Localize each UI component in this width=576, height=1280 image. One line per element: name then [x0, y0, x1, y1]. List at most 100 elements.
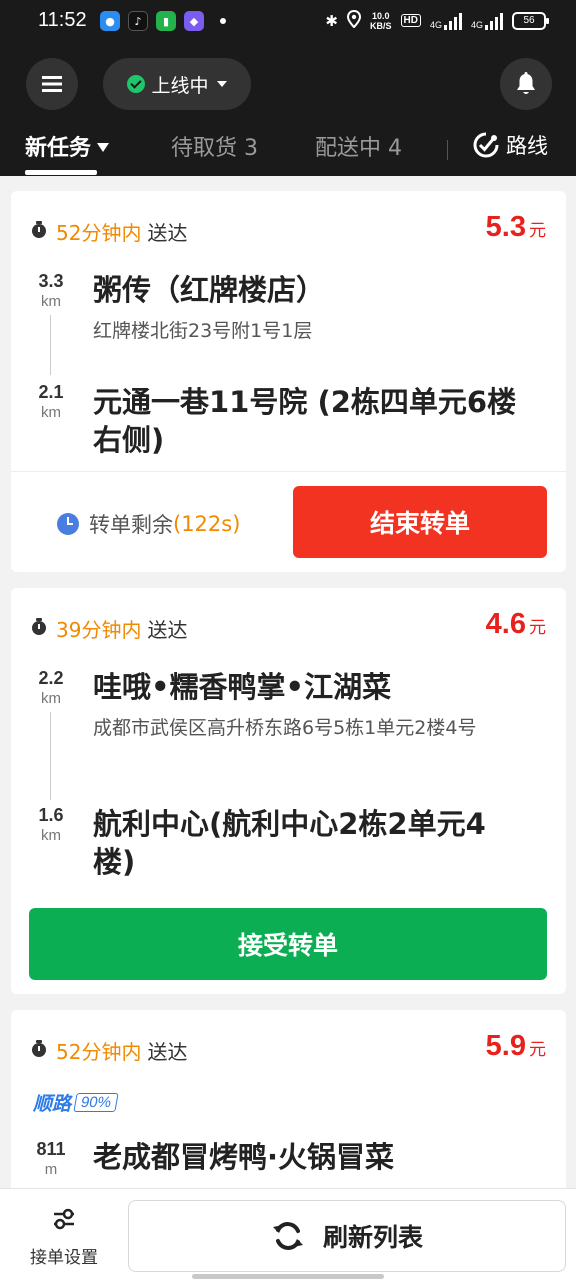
signal-2: 4G	[471, 12, 503, 30]
distance-unit: km	[41, 404, 61, 421]
pickup-name: 老成都冒烤鸭·火锅冒菜	[93, 1140, 395, 1174]
distance-unit: km	[41, 293, 61, 310]
home-indicator[interactable]	[192, 1274, 384, 1279]
on-the-way-badge: 顺路 90%	[33, 1089, 119, 1116]
pickup-distance: 3.3 km	[26, 270, 76, 312]
battery-icon: 56	[512, 11, 549, 30]
chat-app-icon: ◆	[184, 11, 204, 31]
delivery-deadline: 52分钟内 送达	[56, 1036, 187, 1065]
transfer-countdown: 转单剩余 (122s)	[57, 509, 240, 539]
deadline-suffix: 送达	[147, 618, 188, 642]
app-notification-icon: ●	[100, 11, 120, 31]
location-icon	[346, 9, 362, 31]
order-settings-button[interactable]: 接单设置	[20, 1207, 108, 1268]
speed-unit: KB/S	[370, 20, 392, 31]
signal-bars-icon	[443, 12, 462, 30]
pickup-name: 粥传（红牌楼店）	[93, 273, 326, 307]
deadline-time: 39分钟内	[56, 618, 142, 642]
pickup-address: 成都市武侯区高升桥东路6号5栋1单元2楼4号	[93, 717, 477, 739]
status-bar: 11:52 ● ♪ ▮ ◆ ✱ 10.0 KB/S HD 4G 4G 56	[0, 0, 576, 44]
deadline-suffix: 送达	[147, 1040, 188, 1064]
bottom-bar: 接单设置 刷新列表	[0, 1188, 576, 1280]
check-circle-icon	[127, 75, 146, 93]
tab-new-tasks-label: 新任务	[25, 136, 92, 161]
distance-value: 1.6	[38, 805, 64, 825]
iqiyi-icon: ▮	[156, 11, 176, 31]
sliders-icon	[54, 1208, 74, 1230]
route-match-percent: 90%	[73, 1093, 119, 1112]
order-settings-label: 接单设置	[30, 1248, 98, 1268]
pickup-distance: 2.2 km	[26, 667, 76, 709]
tab-delivering[interactable]: 配送中 4	[315, 130, 402, 162]
deadline-time: 52分钟内	[56, 221, 142, 245]
filter-icon	[97, 142, 110, 152]
active-tab-indicator	[25, 170, 97, 175]
tab-new-tasks[interactable]: 新任务	[25, 130, 110, 162]
speed-value: 10.0	[371, 10, 390, 21]
refresh-list-button[interactable]: 刷新列表	[128, 1200, 566, 1272]
on-the-way-label: 顺路	[33, 1093, 72, 1115]
top-header: 11:52 ● ♪ ▮ ◆ ✱ 10.0 KB/S HD 4G 4G 56 上线…	[0, 0, 576, 176]
price-unit: 元	[529, 221, 546, 241]
network-speed: 10.0 KB/S	[370, 11, 392, 31]
price-unit: 元	[529, 618, 546, 638]
distance-value: 811	[36, 1139, 66, 1159]
bell-icon	[517, 72, 535, 94]
order-card[interactable]: 52分钟内 送达 5.3 元 3.3 km 粥传（红牌楼店） 红牌楼北街23号附1号…	[11, 191, 566, 572]
status-indicators: ✱ 10.0 KB/S HD 4G 4G 56	[325, 9, 549, 31]
distance-unit: km	[41, 827, 61, 844]
distance-value: 3.3	[38, 271, 64, 291]
menu-button[interactable]	[26, 58, 78, 110]
bluetooth-icon: ✱	[325, 12, 338, 30]
stopwatch-icon	[32, 618, 46, 635]
pickup-address: 红牌楼北街23号附1号1层	[93, 320, 313, 342]
order-card[interactable]: 39分钟内 送达 4.6 元 2.2 km 哇哦•糯香鸭掌•江湖菜 成都市武侯区高升…	[11, 588, 566, 994]
hd-voice-icon: HD	[400, 14, 421, 27]
route-icon	[473, 132, 499, 158]
tab-separator	[447, 140, 448, 160]
route-connector-line	[50, 315, 51, 375]
dropoff-name: 航利中心(航利中心2栋2单元4楼)	[93, 807, 486, 879]
app-root: 11:52 ● ♪ ▮ ◆ ✱ 10.0 KB/S HD 4G 4G 56 上线…	[0, 0, 576, 1280]
distance-unit: km	[41, 690, 61, 707]
distance-value: 2.2	[38, 668, 64, 688]
dropoff-distance: 2.1 km	[26, 381, 76, 423]
network-type-1: 4G	[429, 19, 442, 30]
dropoff-name: 元通一巷11号院 (2栋四单元6楼右侧)	[93, 385, 517, 457]
stopwatch-icon	[32, 221, 46, 238]
more-notifications-dot	[220, 18, 226, 24]
deadline-suffix: 送达	[147, 221, 188, 245]
tab-pending-pickup[interactable]: 待取货 3	[171, 130, 258, 162]
signal-1: 4G	[430, 12, 462, 30]
price-unit: 元	[529, 1040, 546, 1060]
dropoff-distance: 1.6 km	[26, 804, 76, 846]
status-time: 11:52	[38, 9, 87, 31]
distance-unit: m	[44, 1161, 58, 1178]
price-value: 5.9	[485, 1030, 526, 1062]
order-price: 4.6 元	[486, 608, 546, 641]
price-value: 5.3	[485, 211, 526, 243]
end-transfer-button[interactable]: 结束转单	[293, 486, 547, 558]
distance-value: 2.1	[38, 382, 64, 402]
route-button[interactable]: 路线	[472, 130, 548, 160]
hamburger-icon	[42, 76, 62, 92]
pickup-distance: 811 m	[26, 1138, 76, 1180]
accept-transfer-button[interactable]: 接受转单	[29, 908, 547, 980]
notification-icons: ● ♪ ▮ ◆	[100, 11, 226, 31]
pickup-name: 哇哦•糯香鸭掌•江湖菜	[93, 670, 392, 704]
deadline-time: 52分钟内	[56, 1040, 142, 1064]
countdown-value: (122s)	[173, 512, 241, 536]
notifications-button[interactable]	[500, 58, 552, 110]
card-divider	[11, 471, 566, 472]
online-status-label: 上线中	[151, 74, 209, 97]
order-price: 5.9 元	[486, 1030, 546, 1063]
stopwatch-icon	[32, 1040, 46, 1057]
order-card[interactable]: 52分钟内 送达 5.9 元 顺路 90% 811 m 老成都冒烤鸭·火锅冒菜	[11, 1010, 566, 1210]
refresh-icon	[272, 1222, 303, 1250]
order-tabs: 新任务 待取货 3 配送中 4 路线	[0, 126, 576, 176]
online-status-dropdown[interactable]: 上线中	[103, 58, 251, 110]
delivery-deadline: 39分钟内 送达	[56, 614, 187, 643]
network-type-2: 4G	[470, 19, 483, 30]
price-value: 4.6	[485, 608, 526, 640]
clock-icon	[57, 513, 79, 535]
